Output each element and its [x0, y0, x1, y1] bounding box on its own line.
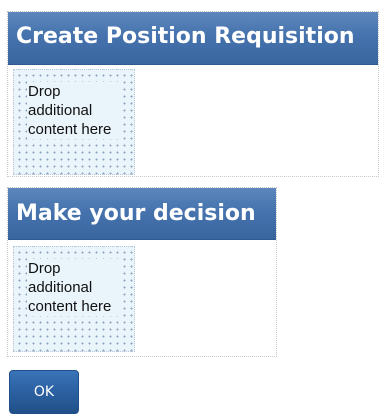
drop-zone[interactable]: Drop additional content here [13, 69, 135, 175]
section-title-create-position-requisition: Create Position Requisition [8, 12, 378, 65]
ok-button[interactable]: OK [9, 370, 79, 414]
drop-zone-label: Drop additional content here [27, 82, 119, 139]
create-position-requisition-section: Create Position Requisition Drop additio… [7, 11, 379, 177]
section-title-make-your-decision: Make your decision [8, 188, 276, 240]
drop-zone[interactable]: Drop additional content here [13, 246, 135, 352]
make-your-decision-section: Make your decision Drop additional conte… [7, 187, 277, 357]
drop-zone-label: Drop additional content here [27, 259, 119, 316]
